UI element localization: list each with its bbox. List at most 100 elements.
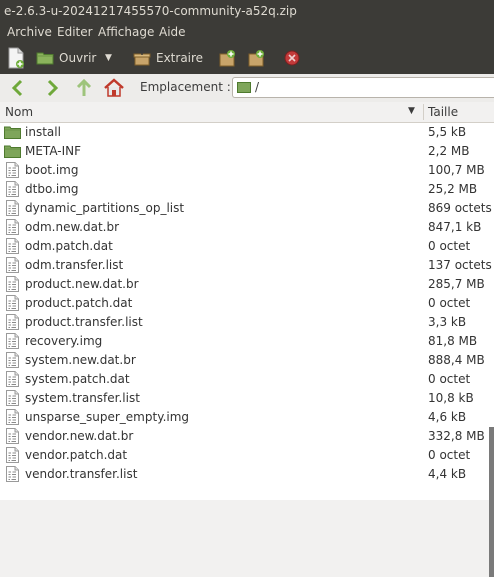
window-title: e-2.6.3-u-20241217455570-community-a52q.… <box>4 4 297 18</box>
file-row[interactable]: unsparse_super_empty.img 4,6 kB <box>0 408 494 427</box>
file-row[interactable]: system.patch.dat 0 octet <box>0 370 494 389</box>
column-header: Nom ▼ Taille <box>0 102 494 123</box>
arrow-right-icon <box>47 79 59 97</box>
file-size: 0 octet <box>428 372 471 386</box>
binary-file-icon <box>6 181 19 197</box>
file-row[interactable]: odm.patch.dat 0 octet <box>0 237 494 256</box>
add-files-icon <box>219 50 235 67</box>
menu-view[interactable]: Affichage <box>98 22 154 42</box>
file-row[interactable]: system.new.dat.br 888,4 MB <box>0 351 494 370</box>
binary-file-icon <box>6 390 19 406</box>
file-size: 100,7 MB <box>428 163 485 177</box>
menu-edit[interactable]: Editer <box>57 22 93 42</box>
file-name: product.new.dat.br <box>25 277 139 291</box>
binary-file-icon <box>6 333 19 349</box>
file-row[interactable]: vendor.patch.dat 0 octet <box>0 446 494 465</box>
file-row[interactable]: recovery.img 81,8 MB <box>0 332 494 351</box>
file-name: dynamic_partitions_op_list <box>25 201 185 215</box>
folder-open-icon <box>36 52 54 65</box>
column-separator[interactable] <box>423 104 424 120</box>
file-row[interactable]: vendor.new.dat.br 332,8 MB <box>0 427 494 446</box>
home-button[interactable] <box>102 77 126 99</box>
folder-icon <box>237 82 251 93</box>
binary-file-icon <box>6 466 19 482</box>
file-size: 10,8 kB <box>428 391 474 405</box>
file-row[interactable]: product.patch.dat 0 octet <box>0 294 494 313</box>
binary-file-icon <box>6 238 19 254</box>
menu-bar: Archive Editer Affichage Aide <box>0 22 494 42</box>
add-folder-icon <box>248 50 264 67</box>
file-row[interactable]: product.new.dat.br 285,7 MB <box>0 275 494 294</box>
column-header-size[interactable]: Taille <box>428 105 458 119</box>
file-size: 888,4 MB <box>428 353 485 367</box>
column-header-name[interactable]: Nom <box>5 105 33 119</box>
file-size: 2,2 MB <box>428 144 470 158</box>
file-size: 847,1 kB <box>428 220 482 234</box>
binary-file-icon <box>6 162 19 178</box>
open-button[interactable]: Ouvrir ▼ <box>36 47 116 69</box>
stop-button[interactable] <box>284 47 306 69</box>
file-row[interactable]: odm.new.dat.br 847,1 kB <box>0 218 494 237</box>
file-size: 869 octets <box>428 201 492 215</box>
file-name: META-INF <box>25 144 82 158</box>
file-list: Nom ▼ Taille install 5,5 kB META-INF 2,2 MB… <box>0 102 494 577</box>
file-name: system.transfer.list <box>25 391 140 405</box>
file-name: boot.img <box>25 163 79 177</box>
file-name: system.new.dat.br <box>25 353 136 367</box>
file-name: install <box>25 125 61 139</box>
add-folder-button[interactable] <box>247 47 269 69</box>
file-row[interactable]: system.transfer.list 10,8 kB <box>0 389 494 408</box>
file-size: 4,6 kB <box>428 410 467 424</box>
file-row[interactable]: dtbo.img 25,2 MB <box>0 180 494 199</box>
file-size: 81,8 MB <box>428 334 478 348</box>
binary-file-icon <box>6 314 19 330</box>
binary-file-icon <box>6 219 19 235</box>
file-row[interactable]: boot.img 100,7 MB <box>0 161 494 180</box>
file-size: 4,4 kB <box>428 467 467 481</box>
chevron-down-icon[interactable]: ▼ <box>105 47 112 69</box>
sort-arrow-icon: ▼ <box>408 106 415 116</box>
file-size: 3,3 kB <box>428 315 467 329</box>
file-size: 25,2 MB <box>428 182 478 196</box>
file-name: dtbo.img <box>25 182 79 196</box>
file-name: odm.transfer.list <box>25 258 124 272</box>
file-name: product.patch.dat <box>25 296 133 310</box>
scrollbar[interactable] <box>489 427 494 577</box>
location-field[interactable]: / <box>232 77 494 98</box>
extract-box-icon <box>133 50 151 66</box>
file-size: 332,8 MB <box>428 429 485 443</box>
file-name: vendor.transfer.list <box>25 467 138 481</box>
file-row[interactable]: dynamic_partitions_op_list 869 octets <box>0 199 494 218</box>
new-archive-button[interactable] <box>6 47 28 69</box>
file-size: 137 octets <box>428 258 492 272</box>
file-size: 285,7 MB <box>428 277 485 291</box>
extract-button[interactable]: Extraire <box>133 47 208 69</box>
home-icon <box>104 78 124 97</box>
back-button[interactable] <box>6 77 30 99</box>
file-size: 5,5 kB <box>428 125 467 139</box>
file-row[interactable]: vendor.transfer.list 4,4 kB <box>0 465 494 484</box>
file-row[interactable]: product.transfer.list 3,3 kB <box>0 313 494 332</box>
toolbar: Ouvrir ▼ Extraire <box>0 42 494 74</box>
file-name: recovery.img <box>25 334 103 348</box>
location-label: Emplacement : <box>140 80 231 94</box>
title-bar: e-2.6.3-u-20241217455570-community-a52q.… <box>0 0 494 22</box>
file-name: odm.patch.dat <box>25 239 113 253</box>
binary-file-icon <box>6 295 19 311</box>
binary-file-icon <box>6 409 19 425</box>
file-row[interactable]: odm.transfer.list 137 octets <box>0 256 494 275</box>
add-files-button[interactable] <box>218 47 240 69</box>
open-label: Ouvrir <box>59 51 97 65</box>
up-button[interactable] <box>72 77 96 99</box>
forward-button[interactable] <box>40 77 64 99</box>
new-document-icon <box>8 47 24 69</box>
menu-archive[interactable]: Archive <box>7 22 52 42</box>
arrow-up-icon <box>76 78 92 96</box>
menu-help[interactable]: Aide <box>159 22 186 42</box>
file-name: vendor.patch.dat <box>25 448 128 462</box>
arrow-left-icon <box>11 79 23 97</box>
file-row[interactable]: META-INF 2,2 MB <box>0 142 494 161</box>
file-row[interactable]: install 5,5 kB <box>0 123 494 142</box>
file-name: odm.new.dat.br <box>25 220 120 234</box>
binary-file-icon <box>6 352 19 368</box>
